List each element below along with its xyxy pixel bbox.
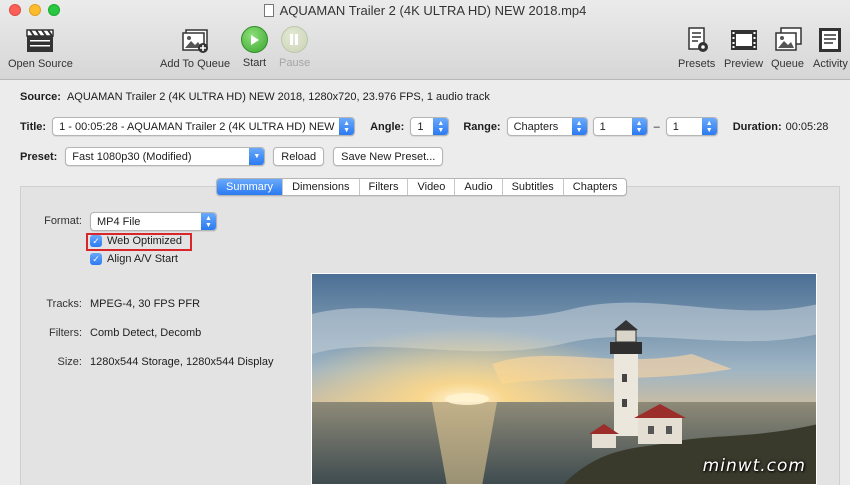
play-icon	[241, 26, 268, 53]
add-to-queue-icon	[182, 29, 209, 53]
save-new-preset-button[interactable]: Save New Preset...	[333, 147, 444, 166]
range-dash: –	[653, 120, 660, 133]
tab-bar: Summary Dimensions Filters Video Audio S…	[216, 178, 628, 196]
film-strip-icon	[730, 30, 757, 50]
tab-dimensions[interactable]: Dimensions	[283, 179, 360, 195]
pause-button[interactable]: Pause	[279, 26, 310, 69]
tab-video[interactable]: Video	[408, 179, 456, 195]
angle-select[interactable]: 1 ▲ ▼	[410, 117, 450, 136]
window-title: AQUAMAN Trailer 2 (4K ULTRA HD) NEW 2018…	[0, 3, 850, 18]
size-value: 1280x544 Storage, 1280x544 Display	[90, 356, 274, 368]
preset-label: Preset:	[20, 150, 58, 163]
preview-image: minwt.com	[311, 273, 817, 485]
activity-button[interactable]: Activity	[813, 26, 848, 70]
duration-value: 00:05:28	[785, 120, 829, 133]
tab-summary[interactable]: Summary	[217, 179, 284, 195]
filters-label: Filters:	[49, 327, 82, 339]
popup-arrows-icon: ▲ ▼	[433, 118, 449, 135]
tab-filters[interactable]: Filters	[360, 179, 409, 195]
clapperboard-icon	[26, 29, 55, 52]
range-start-select[interactable]: 1 ▲ ▼	[592, 117, 648, 136]
checkmark-icon: ✓	[90, 253, 102, 265]
popup-arrows-icon: ▲ ▼	[339, 118, 355, 135]
add-to-queue-button[interactable]: Add To Queue	[160, 26, 230, 70]
range-label: Range:	[463, 120, 501, 133]
popup-arrows-icon: ▲ ▼	[571, 118, 587, 135]
queue-button[interactable]: Queue	[771, 26, 804, 70]
source-label: Source:	[20, 91, 61, 103]
popup-arrows-icon: ▲ ▼	[631, 118, 647, 135]
popup-arrows-icon: ▲ ▼	[701, 118, 717, 135]
presets-icon	[687, 27, 708, 52]
activity-log-icon	[819, 28, 842, 52]
filters-value: Comb Detect, Decomb	[90, 327, 202, 339]
title-label: Title:	[20, 120, 47, 133]
popup-arrows-icon: ▲ ▼	[201, 213, 216, 230]
preset-row: Preset: Fast 1080p30 (Modified) ▼ Reload…	[20, 147, 444, 166]
source-row: Source: AQUAMAN Trailer 2 (4K ULTRA HD) …	[20, 91, 490, 103]
window-toolbar: AQUAMAN Trailer 2 (4K ULTRA HD) NEW 2018…	[0, 0, 850, 80]
preset-select[interactable]: Fast 1080p30 (Modified) ▼	[65, 147, 266, 166]
chevron-down-icon: ▼	[249, 148, 265, 165]
presets-button[interactable]: Presets	[678, 26, 715, 70]
size-label: Size:	[57, 356, 82, 368]
align-av-checkbox[interactable]: ✓ Align A/V Start	[90, 253, 178, 265]
pause-icon	[280, 26, 308, 53]
format-label: Format:	[44, 215, 82, 227]
reload-button[interactable]: Reload	[273, 147, 325, 166]
title-row: Title: 1 - 00:05:28 - AQUAMAN Trailer 2 …	[20, 117, 828, 136]
lighthouse-sunset-image	[312, 274, 816, 484]
tracks-label: Tracks:	[46, 298, 82, 310]
source-info: AQUAMAN Trailer 2 (4K ULTRA HD) NEW 2018…	[66, 91, 490, 103]
watermark-text: minwt.com	[702, 456, 806, 476]
tracks-value: MPEG-4, 30 FPS PFR	[90, 298, 201, 310]
document-icon	[263, 4, 274, 17]
range-end-select[interactable]: 1 ▲ ▼	[665, 117, 718, 136]
title-select[interactable]: 1 - 00:05:28 - AQUAMAN Trailer 2 (4K ULT…	[52, 117, 356, 136]
open-source-button[interactable]: Open Source	[8, 26, 73, 70]
queue-icon	[774, 27, 802, 51]
range-type-select[interactable]: Chapters ▲ ▼	[506, 117, 588, 136]
checkmark-icon: ✓	[90, 235, 102, 247]
preview-button[interactable]: Preview	[724, 26, 763, 70]
angle-label: Angle:	[370, 120, 405, 133]
duration-label: Duration:	[732, 120, 782, 133]
tab-chapters[interactable]: Chapters	[564, 179, 627, 195]
format-select[interactable]: MP4 File ▲ ▼	[90, 212, 217, 231]
web-optimized-checkbox[interactable]: ✓ Web Optimized	[90, 235, 182, 247]
start-button[interactable]: Start	[241, 26, 268, 69]
tab-audio[interactable]: Audio	[455, 179, 503, 195]
tab-subtitles[interactable]: Subtitles	[503, 179, 564, 195]
